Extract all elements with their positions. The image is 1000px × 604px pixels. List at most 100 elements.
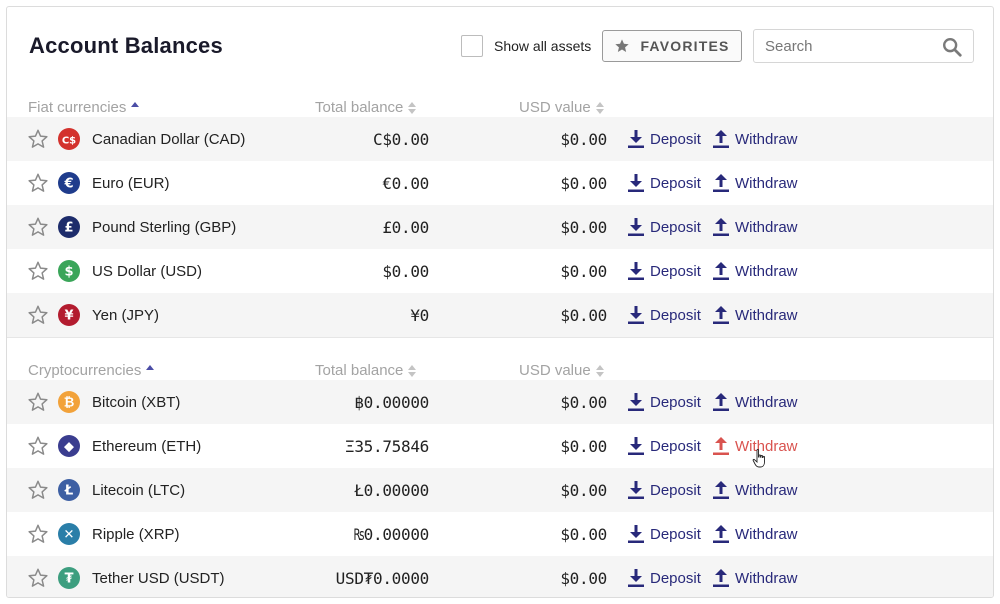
- svg-text:✕: ✕: [64, 528, 75, 543]
- total-balance: Ξ35.75846: [345, 437, 429, 456]
- svg-text:€: €: [63, 177, 73, 192]
- deposit-label: Deposit: [650, 174, 701, 192]
- column-header-usd-value[interactable]: USD value: [519, 362, 604, 379]
- withdraw-link[interactable]: Withdraw: [712, 217, 798, 237]
- download-icon: [628, 174, 644, 192]
- deposit-link[interactable]: Deposit: [627, 217, 701, 237]
- withdraw-link[interactable]: Withdraw: [712, 173, 798, 193]
- usd-value: $0.00: [560, 569, 607, 588]
- total-balance: USD₮0.0000: [335, 569, 430, 588]
- column-header-label: USD value: [519, 99, 591, 116]
- currency-name: Tether USD (USDT): [92, 570, 225, 587]
- favorite-star-icon[interactable]: [27, 479, 49, 501]
- usd-value: $0.00: [560, 481, 607, 500]
- download-icon: [628, 130, 644, 148]
- section-divider: [7, 337, 993, 338]
- total-balance: ฿0.00000: [354, 393, 429, 412]
- download-icon: [628, 437, 644, 455]
- favorite-star-icon[interactable]: [27, 304, 49, 326]
- column-header-name[interactable]: Cryptocurrencies: [28, 362, 155, 379]
- search-input[interactable]: [765, 37, 935, 55]
- deposit-link[interactable]: Deposit: [627, 305, 701, 325]
- usd-value: $0.00: [560, 130, 607, 149]
- total-balance: ¥0: [410, 306, 429, 325]
- favorite-star-icon[interactable]: [27, 260, 49, 282]
- currency-name: Pound Sterling (GBP): [92, 219, 237, 236]
- deposit-link[interactable]: Deposit: [627, 524, 701, 544]
- sort-icon: [595, 364, 604, 377]
- favorite-star-icon[interactable]: [27, 567, 49, 589]
- show-all-checkbox[interactable]: [461, 35, 483, 57]
- column-header-label: Cryptocurrencies: [28, 362, 142, 379]
- favorite-star-icon[interactable]: [27, 128, 49, 150]
- withdraw-link[interactable]: Withdraw: [712, 392, 798, 412]
- account-balances-panel: Account Balances Show all assets FAVORIT…: [6, 6, 994, 598]
- deposit-label: Deposit: [650, 569, 701, 587]
- total-balance: C$0.00: [373, 130, 429, 149]
- currency-name: US Dollar (USD): [92, 263, 203, 280]
- sort-icon: [408, 364, 417, 377]
- withdraw-label: Withdraw: [735, 218, 798, 236]
- favorite-star-icon[interactable]: [27, 172, 49, 194]
- deposit-link[interactable]: Deposit: [627, 261, 701, 281]
- upload-icon: [713, 174, 729, 192]
- withdraw-link[interactable]: Withdraw: [712, 261, 798, 281]
- search-icon[interactable]: [941, 36, 963, 58]
- withdraw-link[interactable]: Withdraw: [712, 129, 798, 149]
- column-header-usd-value[interactable]: USD value: [519, 99, 604, 116]
- withdraw-link[interactable]: Withdraw: [712, 524, 798, 544]
- table-row: ¥ Yen (JPY) ¥0 $0.00 Deposit Withdraw: [7, 293, 993, 337]
- deposit-label: Deposit: [650, 130, 701, 148]
- column-header-label: Total balance: [315, 362, 404, 379]
- total-balance: £0.00: [382, 218, 429, 237]
- column-header-name[interactable]: Fiat currencies: [28, 99, 140, 116]
- usd-value: $0.00: [560, 393, 607, 412]
- total-balance: $0.00: [382, 262, 429, 281]
- favorite-star-icon[interactable]: [27, 435, 49, 457]
- withdraw-link[interactable]: Withdraw: [712, 568, 798, 588]
- svg-text:£: £: [64, 221, 73, 236]
- download-icon: [628, 262, 644, 280]
- upload-icon: [713, 393, 729, 411]
- favorite-star-icon[interactable]: [27, 523, 49, 545]
- deposit-link[interactable]: Deposit: [627, 392, 701, 412]
- eur-icon: €: [58, 172, 80, 194]
- upload-icon: [713, 130, 729, 148]
- svg-text:¥: ¥: [64, 309, 73, 324]
- deposit-link[interactable]: Deposit: [627, 173, 701, 193]
- withdraw-label: Withdraw: [735, 393, 798, 411]
- favorite-star-icon[interactable]: [27, 391, 49, 413]
- deposit-link[interactable]: Deposit: [627, 480, 701, 500]
- withdraw-label: Withdraw: [735, 130, 798, 148]
- download-icon: [628, 306, 644, 324]
- currency-name: Bitcoin (XBT): [92, 394, 181, 411]
- total-balance: ₨0.00000: [354, 525, 429, 544]
- ethereum-icon: ◆: [58, 435, 80, 457]
- search-box[interactable]: [753, 29, 974, 63]
- favorites-button[interactable]: FAVORITES: [602, 30, 742, 62]
- currency-name: Litecoin (LTC): [92, 482, 186, 499]
- withdraw-link[interactable]: Withdraw: [712, 305, 798, 325]
- table-row: ₮ Tether USD (USDT) USD₮0.0000 $0.00 Deposi…: [7, 556, 993, 597]
- table-row: $ US Dollar (USD) $0.00 $0.00 Deposit Withd…: [7, 249, 993, 293]
- deposit-link[interactable]: Deposit: [627, 436, 701, 456]
- withdraw-label: Withdraw: [735, 306, 798, 324]
- deposit-link[interactable]: Deposit: [627, 129, 701, 149]
- column-header-total-balance[interactable]: Total balance: [315, 362, 417, 379]
- sort-icon: [408, 101, 417, 114]
- deposit-link[interactable]: Deposit: [627, 568, 701, 588]
- deposit-label: Deposit: [650, 218, 701, 236]
- hand-cursor-icon: [752, 449, 765, 468]
- favorite-star-icon[interactable]: [27, 216, 49, 238]
- withdraw-link[interactable]: Withdraw: [712, 480, 798, 500]
- download-icon: [628, 525, 644, 543]
- bitcoin-icon: ₿: [58, 391, 80, 413]
- column-header-total-balance[interactable]: Total balance: [315, 99, 417, 116]
- column-header-label: Fiat currencies: [28, 99, 127, 116]
- sort-icon: [131, 101, 140, 114]
- download-icon: [628, 393, 644, 411]
- svg-text:◆: ◆: [64, 440, 74, 455]
- show-all-assets[interactable]: Show all assets: [461, 35, 591, 57]
- usd-value: $0.00: [560, 525, 607, 544]
- deposit-label: Deposit: [650, 393, 701, 411]
